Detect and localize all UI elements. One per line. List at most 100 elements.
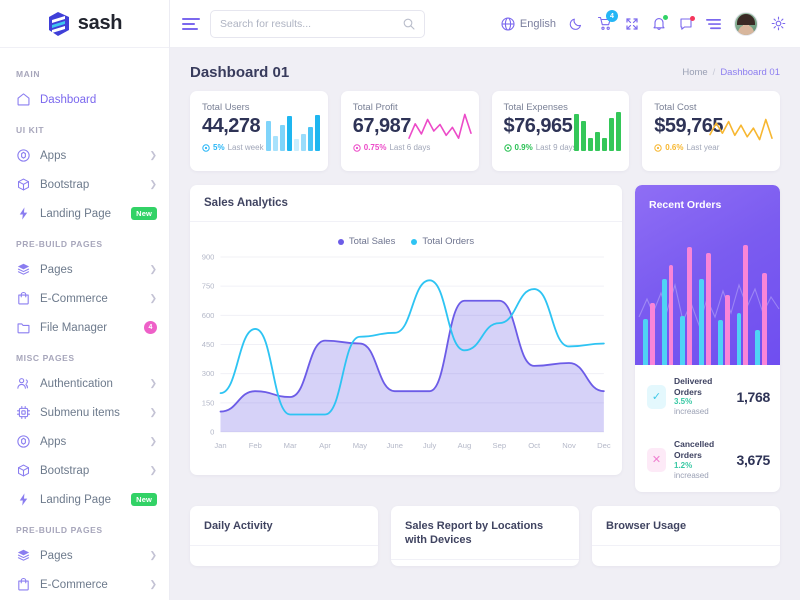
chevron-right-icon: ❯ [149,294,157,303]
chevron-right-icon: ❯ [149,437,157,446]
language-label: English [520,18,556,30]
sidebar-item-label: Pages [40,550,140,562]
sidebar-item-label: File Manager [40,322,135,334]
message-icon[interactable] [679,17,693,31]
order-bar-pink [706,253,711,365]
search-icon[interactable] [403,18,415,30]
order-summary-trend: increased [674,471,728,481]
order-summary-value: 3,675 [736,452,770,468]
brand-name: sash [78,12,122,35]
close-icon: ✕ [647,448,666,472]
stat-sparkline-line [409,109,471,151]
sales-analytics-header: Sales Analytics [190,185,622,222]
orders-summary-list: ✓Delivered Orders3.5%increased1,768✕Canc… [635,365,780,492]
svg-text:May: May [353,441,368,450]
recent-orders-title: Recent Orders [635,185,780,211]
sales-analytics-title: Sales Analytics [204,197,608,209]
language-switcher[interactable]: English [501,17,556,31]
recent-orders-card: Recent Orders ✓Delivered Orders3.5%incre… [635,185,780,492]
sidebar-item-landing-page[interactable]: Landing PageNew [0,485,169,514]
bell-icon[interactable] [652,16,666,31]
search-box[interactable] [210,10,425,38]
sidebar-item-pages[interactable]: Pages ❯ [0,541,169,570]
stat-sparkline-bars [574,109,621,151]
order-bar-blue [755,330,760,365]
chevron-right-icon: ❯ [149,408,157,417]
legend-item[interactable]: Total Sales [338,236,395,247]
chevron-right-icon: ❯ [149,379,157,388]
search-input[interactable] [220,18,403,30]
chevron-right-icon: ❯ [149,580,157,589]
orders-bars [643,237,772,365]
chevron-right-icon: ❯ [149,551,157,560]
fullscreen-icon[interactable] [625,17,639,31]
gear-icon[interactable] [771,16,786,31]
svg-text:Apr: Apr [319,441,331,450]
sidebar-item-label: Apps [40,150,140,162]
sidebar-section-title: MISC PAGES [0,342,169,369]
sidebar-item-e-commerce[interactable]: E-Commerce❯ [0,284,169,313]
order-summary-percent: 3.5% [674,397,728,407]
brand-logo[interactable]: sash [0,0,169,48]
apps-icon [16,434,31,449]
order-bar-pink [743,245,748,365]
sidebar-item-submenu-items[interactable]: Submenu items❯ [0,398,169,427]
chevron-right-icon: ❯ [149,180,157,189]
page-header: Dashboard 01 Home / Dashboard 01 [170,48,800,91]
bottom-card: Browser Usage [592,506,780,566]
topbar-actions: English 4 [501,12,786,36]
legend-swatch [338,239,344,245]
chip-icon [16,405,31,420]
breadcrumb-current: Dashboard 01 [720,67,780,78]
order-bar-pink [650,303,655,365]
list-icon[interactable] [706,18,721,30]
chart-area-total-sales [221,301,604,432]
sidebar-item-apps[interactable]: Apps ❯ [0,141,169,170]
sidebar-item-label: Bootstrap [40,465,140,477]
order-bar-pink [762,273,767,365]
svg-text:Mar: Mar [284,441,298,450]
divider [190,545,378,546]
sidebar-item-apps[interactable]: Apps❯ [0,427,169,456]
bottom-card-title: Daily Activity [190,506,378,533]
order-bar-blue [680,316,685,365]
stat-percent: 0.9% [515,143,533,152]
sidebar-item-e-commerce[interactable]: E-Commerce❯ [0,570,169,599]
stat-sparkline-line [710,109,772,151]
stat-sparkline-bars [266,109,320,151]
sidebar-item-bootstrap[interactable]: Bootstrap❯ [0,170,169,199]
legend-item[interactable]: Total Orders [411,236,474,247]
sidebar-item-bootstrap[interactable]: Bootstrap❯ [0,456,169,485]
order-bar-blue [699,279,704,365]
svg-text:Oct: Oct [528,441,541,450]
breadcrumb-home[interactable]: Home [682,67,707,78]
order-summary-value: 1,768 [736,389,770,405]
chevron-right-icon: ❯ [149,265,157,274]
cart-icon[interactable]: 4 [597,16,612,31]
bottom-card-title: Sales Report by Locations with Devices [391,506,579,548]
chevron-right-icon: ❯ [149,151,157,160]
svg-text:July: July [423,441,437,450]
sidebar-item-file-manager[interactable]: File Manager4 [0,313,169,342]
hamburger-icon[interactable] [182,17,200,31]
sidebar-item-dashboard[interactable]: Dashboard [0,85,169,114]
sidebar-item-landing-page[interactable]: Landing PageNew [0,199,169,228]
order-bar-pink [687,247,692,365]
stat-period: Last week [228,143,264,152]
moon-icon[interactable] [569,16,584,31]
svg-text:600: 600 [202,311,215,320]
order-bar-blue [643,319,648,365]
svg-text:Dec: Dec [597,441,611,450]
avatar[interactable] [734,12,758,36]
sidebar-item-pages[interactable]: Pages❯ [0,255,169,284]
analytics-row: Sales Analytics Total SalesTotal Orders … [190,185,780,492]
dashboard-app: sash MAINDashboardUI KITApps❯Bootstrap❯L… [0,0,800,600]
sidebar-item-authentication[interactable]: Authentication❯ [0,369,169,398]
svg-text:Feb: Feb [249,441,262,450]
box-icon [16,463,31,478]
bag-icon [16,577,31,592]
bottom-card: Sales Report by Locations with Devices [391,506,579,566]
main-area: English 4 [170,0,800,600]
box-icon [16,177,31,192]
sidebar: sash MAINDashboardUI KITApps❯Bootstrap❯L… [0,0,170,600]
